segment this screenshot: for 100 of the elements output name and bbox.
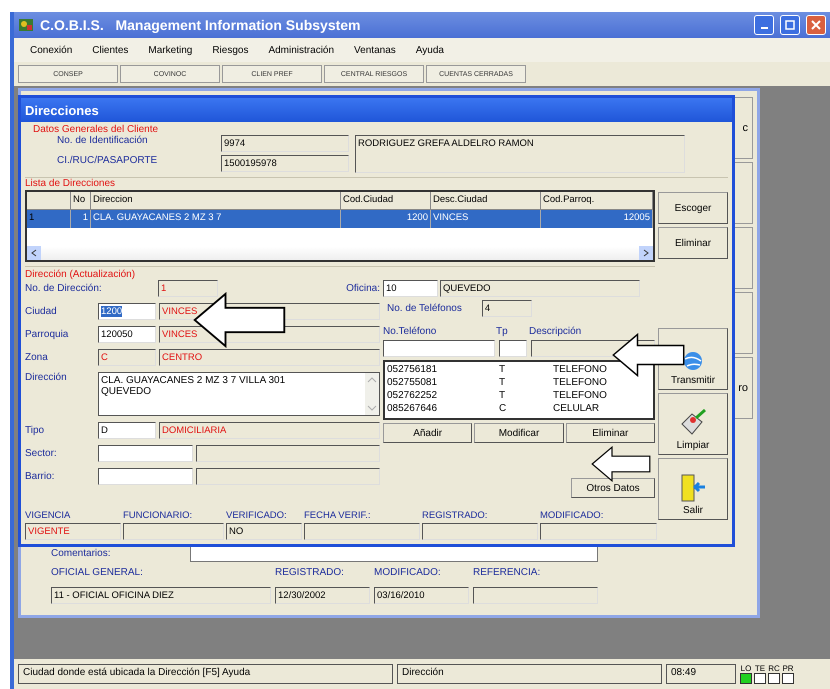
field-label: Ciudad [25,306,58,317]
phone-count-field: 4 [482,300,532,317]
field-label: REFERENCIA: [473,567,542,580]
phone-type-field[interactable] [499,340,527,357]
menu-item[interactable]: Riesgos [212,44,248,56]
list-action-button[interactable]: Eliminar [658,227,728,259]
phone-number: 052756181 [387,363,438,376]
input-field[interactable] [98,445,193,462]
section-title: Dirección (Actualización) [25,269,136,280]
code-field[interactable]: D [98,422,156,439]
field-label: Parroquia [25,329,70,340]
column-header: No.Teléfono [383,326,438,337]
indicator-label: PR [782,664,794,673]
value-field: 1500195978 [221,155,349,172]
code-field[interactable]: C [98,349,156,366]
indicator-label: LO [740,664,752,673]
column-header: Desc.Ciudad [431,192,541,210]
field-label: CI./RUC/PASAPORTE [56,155,158,168]
menu-item[interactable]: Clientes [92,44,128,56]
phone-action-button[interactable]: Eliminar [566,423,655,443]
value-field: 03/16/2010 [374,586,469,604]
code-field[interactable]: 1200 [98,303,156,320]
field-label: No. de Teléfonos [387,303,462,314]
window-title: C.O.B.I.S. Management Information Subsystem [40,17,360,33]
field-label: MODIFICADO: [540,510,604,521]
table-cell: CLA. GUAYACANES 2 MZ 3 7 [91,210,341,228]
field-label: OFICIAL GENERAL: [51,567,144,580]
phone-type: T [499,376,506,389]
menu-item[interactable]: Marketing [148,44,192,56]
value-field: NO [226,523,302,540]
scroll-left-button[interactable] [27,246,41,260]
menu-item[interactable]: Ayuda [416,44,444,56]
table-corner [27,192,71,210]
table-cell: VINCES [431,210,541,228]
phone-number: 052755081 [387,376,438,389]
phone-number-field[interactable] [383,340,495,357]
field-label: VERIFICADO: [226,510,288,521]
column-header: Cod.Parroq. [541,192,653,210]
list-action-button[interactable]: Escoger [658,192,728,224]
field-label: Tipo [25,425,46,436]
status-context: Dirección [397,664,662,684]
minimize-button[interactable] [754,15,774,35]
table-row[interactable]: 1 1 CLA. GUAYACANES 2 MZ 3 7 1200 VINCES 12005 [27,210,653,228]
status-hint: Ciudad donde está ubicada la Dirección [F5] Ayuda [18,664,393,684]
field-label: FUNCIONARIO: [123,510,194,521]
input-field[interactable] [98,468,193,485]
field-label: Oficina: [346,283,380,294]
column-header: Direccion [91,192,341,210]
close-button[interactable] [806,15,826,35]
column-header: Descripción [529,326,582,337]
field-label: REGISTRADO: [275,567,345,580]
description-field: CENTRO [159,349,380,366]
field-label: REGISTRADO: [422,510,488,521]
phone-type: C [499,402,508,415]
address-number-field: 1 [158,280,218,297]
other-data-button[interactable]: Otros Datos [571,478,655,498]
indicator-label: TE [754,664,766,673]
field-label: MODIFICADO: [374,567,442,580]
section-title: Datos Generales del Cliente [32,124,160,135]
field-label: No. de Dirección: [25,283,103,294]
caret-right-icon [642,249,650,257]
field-label: VIGENCIA [25,510,72,521]
menu-item[interactable]: Conexión [30,44,72,56]
maximize-button[interactable] [780,15,800,35]
office-name-field: QUEVEDO [440,280,640,297]
close-icon [811,20,821,30]
value-field: 11 - OFICIAL OFICINA DIEZ [51,586,271,604]
description-field: DOMICILIARIA [159,422,380,439]
phone-type: T [499,389,506,402]
section-title: Lista de Direcciones [25,178,116,189]
phone-description: TELEFONO [553,376,608,389]
phone-action-button[interactable]: Modificar [474,423,564,443]
scrollbar[interactable] [27,246,653,260]
scroll-right-button[interactable] [639,246,653,260]
door-icon [679,473,707,503]
value-field: VIGENTE [25,523,121,540]
phone-action-button[interactable]: Añadir [383,423,472,443]
phone-description: TELEFONO [553,363,608,376]
office-code-field[interactable]: 10 [383,280,438,297]
phone-description: CELULAR [553,402,600,415]
phone-number: 085267646 [387,402,438,415]
code-field[interactable]: 120050 [98,326,156,343]
client-name-field: RODRIGUEZ GREFA ALDELRO RAMON [355,135,685,173]
minimize-icon [760,27,768,29]
column-header: Tp [496,326,509,337]
dialog-title: Direcciones [25,102,99,118]
field-label: Dirección [25,372,68,383]
menu-item[interactable]: Ventanas [354,44,396,56]
field-label: Sector: [25,448,58,459]
phone-number: 052762252 [387,389,438,402]
indicator-label: RC [768,664,780,673]
caret-left-icon [30,249,38,257]
value-field: 9974 [221,135,349,152]
status-time: 08:49 [666,664,736,684]
side-button[interactable]: Limpiar [658,393,728,455]
field-label: FECHA VERIF.: [304,510,372,521]
side-button[interactable]: Salir [658,458,728,520]
field-label: Zona [25,352,49,363]
field-label: Barrio: [25,471,56,482]
menu-item[interactable]: Administración [268,44,334,56]
